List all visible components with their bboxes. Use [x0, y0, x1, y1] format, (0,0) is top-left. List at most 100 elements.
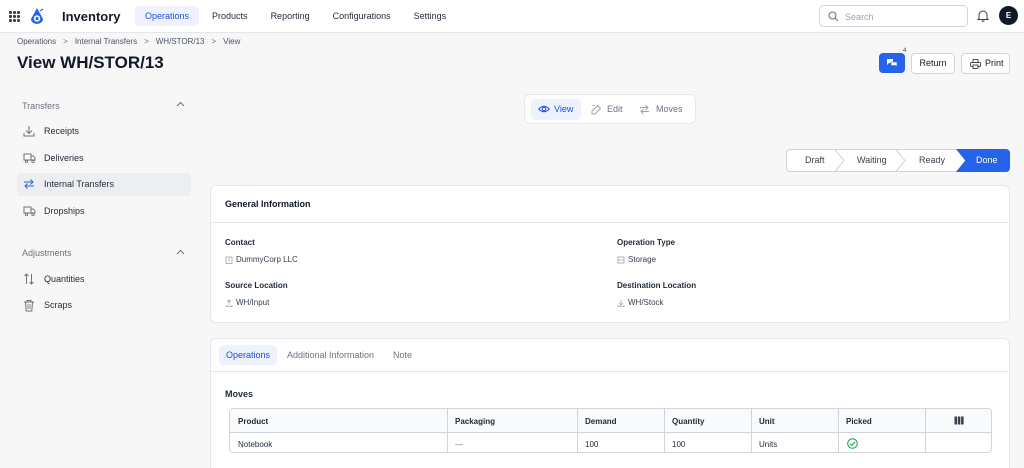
moves-table: Product Packaging Demand Quantity Unit P… [229, 408, 992, 453]
user-avatar[interactable]: E [999, 6, 1018, 25]
cell-packaging: — [455, 440, 463, 449]
return-button[interactable]: Return [911, 53, 955, 74]
moves-tab[interactable]: Moves [633, 99, 691, 120]
card-title: General Information [225, 199, 311, 209]
destination-location-value-text: WH/Stock [628, 298, 664, 307]
view-tab[interactable]: View [531, 99, 581, 120]
storage-icon [617, 256, 625, 264]
download-icon [617, 300, 625, 307]
sidebar-item-label: Scraps [44, 300, 73, 310]
nav-reporting[interactable]: Reporting [261, 6, 320, 26]
sidebar-item-deliveries[interactable]: Deliveries [17, 147, 191, 170]
contact-value-text: DummyCorp LLC [236, 255, 298, 264]
breadcrumb-record[interactable]: WH/STOR/13 [156, 37, 205, 46]
print-button[interactable]: Print [961, 53, 1010, 74]
chat-bubbles-icon [887, 59, 898, 68]
chevron-up-icon[interactable] [176, 101, 185, 107]
transfer-arrows-icon [24, 179, 34, 189]
stage-ready[interactable]: Ready [919, 155, 945, 165]
stage-done[interactable]: Done [976, 155, 998, 165]
print-label: Print [985, 58, 1004, 68]
sidebar-item-label: Dropships [44, 206, 85, 216]
status-pipeline: Draft Waiting Ready Done [786, 149, 1010, 172]
cell-demand: 100 [585, 440, 599, 449]
upload-icon [225, 299, 233, 307]
breadcrumb-operations[interactable]: Operations [17, 37, 56, 46]
app-grid-icon[interactable] [9, 11, 20, 22]
moves-section-title: Moves [225, 389, 254, 399]
search-input[interactable]: Search [819, 5, 968, 27]
moves-tab-label: Moves [656, 104, 683, 114]
bell-icon[interactable] [977, 9, 989, 22]
column-divider [577, 409, 578, 452]
destination-location-value: WH/Stock [617, 298, 817, 310]
tab-additional-information[interactable]: Additional Information [280, 345, 381, 365]
contact-value: DummyCorp LLC [225, 255, 425, 267]
column-divider [664, 409, 665, 452]
chevron-up-icon[interactable] [176, 249, 185, 255]
header-product[interactable]: Product [238, 417, 268, 426]
header-picked[interactable]: Picked [846, 417, 872, 426]
header-packaging[interactable]: Packaging [455, 417, 495, 426]
view-tab-label: View [554, 104, 574, 114]
source-location-value: WH/Input [225, 298, 425, 310]
stage-waiting[interactable]: Waiting [857, 155, 887, 165]
view-mode-switch: View Edit Moves [524, 94, 696, 124]
header-unit[interactable]: Unit [759, 417, 775, 426]
destination-location-label: Destination Location [617, 281, 697, 290]
tab-operations[interactable]: Operations [219, 345, 278, 365]
chat-count-badge: 4 [903, 48, 907, 54]
trash-icon [24, 300, 34, 312]
receipt-download-icon [23, 126, 35, 137]
stage-draft[interactable]: Draft [805, 155, 825, 165]
cell-quantity: 100 [672, 440, 686, 449]
sidebar-item-scraps[interactable]: Scraps [17, 294, 191, 317]
breadcrumb-internal-transfers[interactable]: Internal Transfers [75, 37, 137, 46]
sidebar-section-adjustments[interactable]: Adjustments [22, 248, 72, 258]
sidebar-item-receipts[interactable]: Receipts [17, 120, 191, 143]
operation-type-label: Operation Type [617, 238, 676, 247]
edit-tab[interactable]: Edit [585, 99, 630, 120]
column-divider [838, 409, 839, 452]
header-demand[interactable]: Demand [585, 417, 617, 426]
sort-arrows-icon [24, 273, 34, 285]
printer-icon [970, 59, 981, 69]
operation-type-value-text: Storage [628, 255, 657, 264]
check-circle-icon [847, 438, 858, 449]
pencil-icon [591, 104, 602, 115]
nav-configurations[interactable]: Configurations [323, 6, 401, 26]
column-divider [447, 409, 448, 452]
search-placeholder: Search [845, 12, 874, 22]
chevron-right-icon: > [211, 37, 217, 46]
sidebar-item-dropships[interactable]: Dropships [17, 200, 191, 223]
top-bar: Inventory Operations Products Reporting … [0, 0, 1024, 33]
app-logo-icon[interactable] [29, 7, 45, 25]
search-icon [828, 11, 839, 22]
operations-card: Operations Additional Information Note M… [210, 338, 1010, 468]
chevron-right-icon: > [144, 37, 149, 46]
columns-settings-icon[interactable] [954, 416, 964, 425]
page-title: View WH/STOR/13 [17, 53, 164, 72]
nav-settings[interactable]: Settings [404, 6, 457, 26]
sidebar-item-internal-transfers[interactable]: Internal Transfers [17, 173, 191, 196]
eye-icon [538, 105, 550, 113]
sidebar-item-label: Receipts [44, 126, 80, 136]
detail-tabs: Operations Additional Information Note [211, 339, 1009, 372]
main-nav: Operations Products Reporting Configurat… [135, 6, 459, 26]
app-title: Inventory [62, 9, 121, 24]
truck-icon [23, 206, 36, 217]
nav-products[interactable]: Products [202, 6, 258, 26]
cell-unit: Units [759, 440, 778, 449]
source-location-label: Source Location [225, 281, 288, 290]
transfer-arrows-icon [640, 104, 649, 115]
edit-tab-label: Edit [607, 104, 623, 114]
breadcrumb: Operations > Internal Transfers > WH/STO… [17, 37, 240, 46]
truck-icon [23, 153, 36, 164]
sidebar-section-transfers[interactable]: Transfers [22, 101, 60, 111]
general-information-card: General Information Contact DummyCorp LL… [210, 185, 1010, 323]
header-quantity[interactable]: Quantity [672, 417, 704, 426]
tab-note[interactable]: Note [386, 345, 419, 365]
nav-operations[interactable]: Operations [135, 6, 200, 26]
chatter-button[interactable] [879, 53, 905, 73]
sidebar-item-quantities[interactable]: Quantities [17, 268, 191, 291]
